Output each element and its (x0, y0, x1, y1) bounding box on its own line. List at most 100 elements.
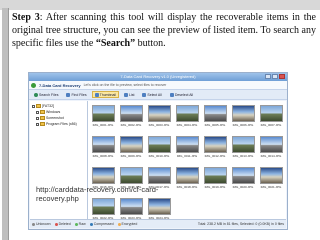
source-url[interactable]: http://carddata-recovery.com/cf-card-rec… (36, 185, 186, 203)
search-files-button[interactable]: Search Files (31, 91, 61, 98)
thumbnail-item[interactable]: IMG_0001.JPG (91, 105, 115, 132)
thumbnail-item[interactable]: IMG_0021.JPG (259, 167, 283, 194)
thumbnail-item[interactable]: IMG_0011.JPG (175, 136, 199, 163)
thumbnail-item[interactable]: IMG_0002.JPG (119, 105, 143, 132)
image-thumbnail (91, 136, 115, 153)
checkbox[interactable] (36, 110, 39, 114)
image-thumbnail (119, 167, 143, 184)
legend-raw: Raw (74, 222, 86, 226)
image-thumbnail (91, 105, 115, 122)
thumbnail-item[interactable]: IMG_0012.JPG (203, 136, 227, 163)
thumbnail-filename: IMG_0012.JPG (204, 154, 226, 158)
image-thumbnail (203, 105, 227, 122)
thumbnail-item[interactable]: IMG_0020.JPG (231, 167, 255, 194)
image-thumbnail (231, 105, 255, 122)
app-header: 7-Data Card Recovery Let's click on the … (29, 81, 287, 89)
thumbnail-item[interactable]: IMG_0010.JPG (147, 136, 171, 163)
find-files-button[interactable]: Find Files (63, 91, 89, 98)
search-icon (34, 92, 38, 97)
toolbar: Search Files Find Files Thumbnail List S… (29, 89, 287, 100)
legend-compressed: Compressed (89, 222, 114, 226)
thumbnail-item[interactable]: IMG_0004.JPG (175, 105, 199, 132)
legend-label: Encrypted (121, 222, 138, 226)
app-tagline: Let's click on the file to preview, sele… (83, 83, 167, 87)
legend-encrypted: Encrypted (117, 222, 138, 226)
toolbar-label: Find Files (71, 92, 87, 97)
thumbnail-item[interactable]: IMG_0008.JPG (91, 136, 115, 163)
find-icon (66, 92, 71, 97)
status-dot-icon (74, 222, 78, 226)
select-all-button[interactable]: Select All (139, 91, 164, 98)
thumbnail-filename: IMG_0020.JPG (232, 185, 254, 189)
search-term: “Search” (95, 38, 136, 49)
folder-icon (40, 122, 45, 126)
thumbnail-filename: IMG_0014.JPG (260, 154, 282, 158)
status-dot-icon (32, 222, 35, 226)
thumbnail-item[interactable]: IMG_0006.JPG (231, 105, 255, 132)
app-screenshot: 7-Data Card Recovery v1.0 (Unregistered)… (28, 72, 288, 230)
image-thumbnail (231, 136, 255, 153)
image-thumbnail (147, 136, 171, 153)
toolbar-label: Search Files (39, 92, 59, 97)
tree-item-label: [FAT32] (42, 104, 54, 108)
thumbnail-filename: IMG_0019.JPG (204, 185, 226, 189)
app-name: 7-Data Card Recovery (39, 82, 81, 88)
folder-icon (40, 110, 45, 114)
window-titlebar: 7-Data Card Recovery v1.0 (Unregistered) (29, 73, 287, 81)
image-thumbnail (203, 136, 227, 153)
image-thumbnail (231, 167, 255, 184)
thumbnail-item[interactable]: IMG_0007.JPG (259, 105, 283, 132)
select-all-icon (142, 92, 147, 97)
legend-label: Unknown (36, 222, 51, 226)
legend-label: Raw (78, 222, 86, 226)
tree-item-label: Windows (46, 110, 61, 114)
thumbnail-item[interactable]: IMG_0014.JPG (259, 136, 283, 163)
slide-top-bar (0, 0, 320, 10)
thumbnail-filename: IMG_0009.JPG (120, 154, 142, 158)
thumbnail-filename: IMG_0010.JPG (148, 154, 170, 158)
maximize-icon[interactable] (272, 74, 278, 79)
folder-icon (40, 116, 45, 120)
deselect-all-button[interactable]: Deselect All (167, 91, 196, 98)
thumbnail-filename: IMG_0001.JPG (92, 123, 114, 127)
image-thumbnail (259, 136, 283, 153)
slide-left-border (2, 8, 9, 240)
toolbar-label: Select All (147, 92, 162, 97)
window-controls (265, 74, 285, 79)
status-total: Total: 238.2 MB in 81 files, Selected: 0… (197, 222, 284, 226)
image-thumbnail (175, 167, 199, 184)
drive-icon (36, 104, 41, 108)
thumbnail-filename: IMG_0002.JPG (120, 123, 142, 127)
checkbox[interactable] (32, 104, 35, 108)
thumbnail-item[interactable]: IMG_0009.JPG (119, 136, 143, 163)
toolbar-label: Deselect All (174, 92, 194, 97)
app-logo-icon (31, 82, 36, 88)
image-thumbnail (259, 167, 283, 184)
list-view-button[interactable]: List (121, 91, 137, 98)
step-label: Step 3 (12, 12, 40, 23)
thumbnail-filename: IMG_0021.JPG (260, 185, 282, 189)
thumbnail-item[interactable]: IMG_0013.JPG (231, 136, 255, 163)
status-dot-icon (54, 222, 58, 226)
legend-label: Deleted (58, 222, 71, 226)
checkbox[interactable] (36, 122, 39, 126)
status-bar: Unknown Deleted Raw Compressed Encrypted… (30, 219, 286, 228)
thumbnail-item[interactable]: IMG_0005.JPG (203, 105, 227, 132)
image-thumbnail (175, 105, 199, 122)
minimize-icon[interactable] (265, 74, 271, 79)
caption-text-end: button. (135, 38, 166, 49)
toolbar-label: List (128, 92, 135, 97)
tree-item-label: Program Files (x86) (46, 122, 77, 126)
status-dot-icon (117, 222, 121, 226)
thumbnail-item[interactable]: IMG_0019.JPG (203, 167, 227, 194)
thumbnail-view-button[interactable]: Thumbnail (91, 91, 119, 98)
toolbar-label: Thumbnail (99, 92, 116, 97)
legend-label: Compressed (93, 222, 114, 226)
thumbnail-filename: IMG_0011.JPG (176, 154, 198, 158)
thumbnail-item[interactable]: IMG_0003.JPG (147, 105, 171, 132)
checkbox[interactable] (36, 116, 39, 120)
close-icon[interactable] (279, 74, 285, 79)
legend-unknown: Unknown (32, 222, 51, 226)
window-title: 7-Data Card Recovery v1.0 (Unregistered) (120, 74, 196, 79)
tree-item[interactable]: Program Files (x86) (32, 121, 85, 127)
